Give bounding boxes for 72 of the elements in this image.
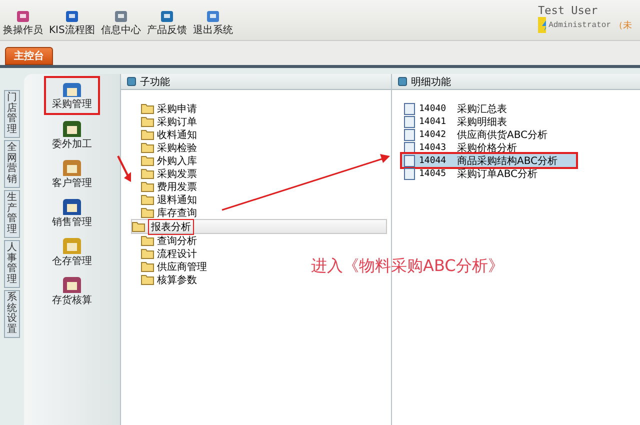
folder-icon [141, 129, 154, 140]
toolbar-icon [160, 10, 174, 23]
folder-icon [141, 116, 154, 127]
folder-item[interactable]: 采购发票 [141, 167, 197, 180]
document-icon [404, 128, 415, 140]
module-button[interactable]: 销售管理 [45, 193, 99, 232]
panel-header: 明细功能 [392, 74, 640, 90]
folder-item[interactable]: 供应商管理 [141, 260, 207, 273]
folder-icon [141, 103, 154, 114]
folder-item[interactable]: 库存查询 [141, 206, 197, 219]
folder-icon [141, 142, 154, 153]
folder-icon [141, 168, 154, 179]
module-button[interactable]: 仓存管理 [45, 232, 99, 271]
document-icon [404, 102, 415, 114]
module-icon [60, 235, 84, 254]
folder-item[interactable]: 报表分析 [131, 219, 387, 234]
folder-item[interactable]: 查询分析 [141, 234, 197, 247]
toolbar-button[interactable]: 换操作员 [0, 10, 46, 37]
side-tab[interactable]: 人事管理 [4, 240, 20, 288]
module-icon [60, 157, 84, 176]
document-icon [404, 168, 415, 180]
folder-item[interactable]: 费用发票 [141, 180, 197, 193]
folder-item[interactable]: 流程设计 [141, 247, 197, 260]
toolbar-button[interactable]: 退出系统 [190, 10, 236, 37]
folder-item[interactable]: 采购订单 [141, 115, 197, 128]
detail-item[interactable]: 14040 采购汇总表 [402, 102, 636, 115]
toolbar-button[interactable]: KIS流程图 [46, 10, 98, 37]
toolbar-icon [16, 10, 30, 23]
folder-item[interactable]: 收料通知 [141, 128, 197, 141]
toolbar-button[interactable]: 信息中心 [98, 10, 144, 37]
user-name: Test User [538, 4, 599, 17]
side-tab[interactable]: 门店管理 [4, 90, 20, 138]
toolbar-icon [114, 10, 128, 23]
module-button[interactable]: 委外加工 [45, 115, 99, 154]
detail-item[interactable]: 14041 采购明细表 [402, 115, 636, 128]
document-icon [404, 116, 415, 128]
module-button[interactable]: 采购管理 [44, 76, 100, 115]
folder-icon [141, 194, 154, 205]
module-button[interactable]: 客户管理 [45, 154, 99, 193]
folder-item[interactable]: 核算参数 [141, 273, 197, 286]
side-tab[interactable]: 系统设置 [4, 290, 20, 338]
folder-item[interactable]: 外购入库 [141, 154, 197, 167]
user-status: （未 [614, 20, 632, 32]
folder-icon [141, 274, 154, 285]
folder-item[interactable]: 退料通知 [141, 193, 197, 206]
folder-item[interactable]: 采购检验 [141, 141, 197, 154]
toolbar-button[interactable]: 产品反馈 [144, 10, 190, 37]
module-icon [60, 118, 84, 137]
annotation-text: 进入《物料采购ABC分析》 [311, 256, 504, 277]
arrow [117, 156, 131, 182]
lightning-icon [538, 17, 546, 33]
folder-icon [141, 261, 154, 272]
user-role: Administrator [548, 20, 611, 30]
document-icon [404, 154, 415, 166]
side-tab[interactable]: 生产管理 [4, 190, 20, 238]
toolbar-icon [64, 10, 79, 23]
module-icon [60, 196, 84, 215]
detail-item[interactable]: 14044 商品采购结构ABC分析 [402, 154, 576, 167]
module-icon [60, 274, 84, 293]
document-icon [404, 142, 415, 154]
module-icon [60, 80, 84, 97]
folder-icon [141, 155, 154, 166]
panel-header: 子功能 [121, 74, 391, 90]
folder-icon [132, 221, 145, 232]
module-button[interactable]: 存货核算 [45, 271, 99, 310]
folder-icon [141, 181, 154, 192]
folder-item[interactable]: 采购申请 [141, 102, 197, 115]
folder-icon [141, 248, 154, 259]
toolbar-icon [206, 10, 220, 23]
detail-item[interactable]: 14042 供应商供货ABC分析 [402, 128, 636, 141]
side-tab[interactable]: 全网营销 [4, 140, 20, 188]
detail-item[interactable]: 14045 采购订单ABC分析 [402, 167, 636, 180]
